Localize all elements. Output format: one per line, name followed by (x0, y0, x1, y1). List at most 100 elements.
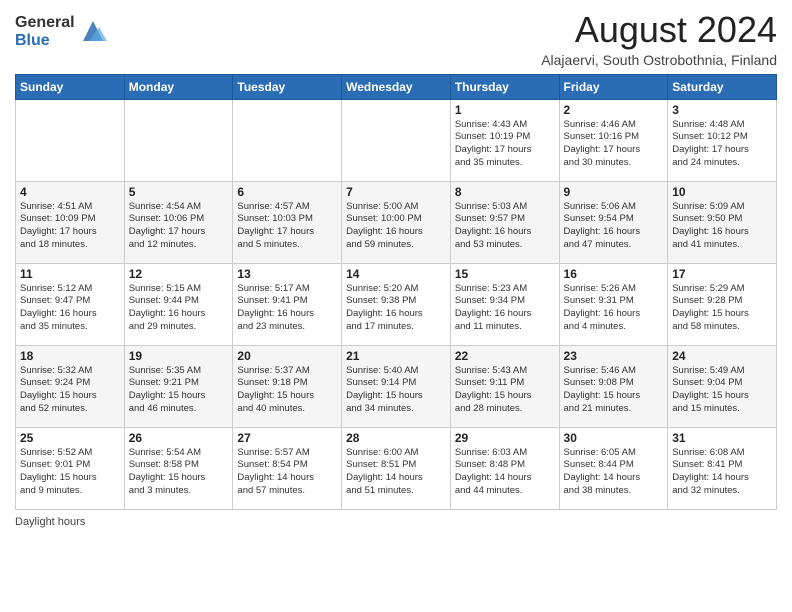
calendar-cell: 26Sunrise: 5:54 AM Sunset: 8:58 PM Dayli… (124, 427, 233, 509)
calendar-cell: 6Sunrise: 4:57 AM Sunset: 10:03 PM Dayli… (233, 181, 342, 263)
calendar-cell: 17 Sunrise: 5:29 AM Sunset: 9:28 PM Dayli… (668, 263, 777, 345)
day-number: 30 (564, 431, 664, 445)
day-info: Sunrise: 5:15 AM Sunset: 9:44 PM Dayligh… (129, 283, 229, 334)
day-number: 21 (346, 349, 446, 363)
day-info: Sunrise: 4:48 AM Sunset: 10:12 PM Daylig… (672, 119, 772, 170)
calendar-cell: 30 Sunrise: 6:05 AM Sunset: 8:44 PM Dayli… (559, 427, 668, 509)
header-area: General Blue August 2024 Alajaervi, Sout… (15, 10, 777, 68)
day-number: 28 (346, 431, 446, 445)
day-number: 1 (455, 103, 555, 117)
calendar-cell: 22 Sunrise: 5:43 AM Sunset: 9:11 PM Dayli… (450, 345, 559, 427)
day-info: Sunrise: 5:17 AM Sunset: 9:41 PM Dayligh… (237, 283, 337, 334)
calendar-cell: 20 Sunrise: 5:37 AM Sunset: 9:18 PM Dayli… (233, 345, 342, 427)
calendar-cell: 25 Sunrise: 5:52 AM Sunset: 9:01 PM Dayli… (16, 427, 125, 509)
day-info: Sunrise: 5:23 AM Sunset: 9:34 PM Dayligh… (455, 283, 555, 334)
day-info: Sunrise: 6:08 AM Sunset: 8:41 PM Dayligh… (672, 447, 772, 498)
week-row-4: 18 Sunrise: 5:32 AM Sunset: 9:24 PM Dayli… (16, 345, 777, 427)
calendar-cell (124, 99, 233, 181)
calendar-cell: 29 Sunrise: 6:03 AM Sunset: 8:48 PM Dayli… (450, 427, 559, 509)
day-number: 8 (455, 185, 555, 199)
calendar-cell: 7Sunrise: 5:00 AM Sunset: 10:00 PM Dayli… (342, 181, 451, 263)
day-number: 20 (237, 349, 337, 363)
day-info: Sunrise: 4:43 AM Sunset: 10:19 PM Daylig… (455, 119, 555, 170)
day-info: Sunrise: 5:29 AM Sunset: 9:28 PM Dayligh… (672, 283, 772, 334)
calendar-cell: 9 Sunrise: 5:06 AM Sunset: 9:54 PM Daylig… (559, 181, 668, 263)
calendar-cell: 4Sunrise: 4:51 AM Sunset: 10:09 PM Dayli… (16, 181, 125, 263)
day-info: Sunrise: 5:52 AM Sunset: 9:01 PM Dayligh… (20, 447, 120, 498)
day-info: Sunrise: 6:05 AM Sunset: 8:44 PM Dayligh… (564, 447, 664, 498)
week-row-2: 4Sunrise: 4:51 AM Sunset: 10:09 PM Dayli… (16, 181, 777, 263)
logo-general: General (15, 14, 75, 32)
day-info: Sunrise: 5:40 AM Sunset: 9:14 PM Dayligh… (346, 365, 446, 416)
day-number: 3 (672, 103, 772, 117)
day-number: 27 (237, 431, 337, 445)
day-number: 25 (20, 431, 120, 445)
day-number: 24 (672, 349, 772, 363)
calendar-cell: 28Sunrise: 6:00 AM Sunset: 8:51 PM Dayli… (342, 427, 451, 509)
day-info: Sunrise: 5:00 AM Sunset: 10:00 PM Daylig… (346, 201, 446, 252)
calendar-cell: 1 Sunrise: 4:43 AM Sunset: 10:19 PM Dayli… (450, 99, 559, 181)
day-number: 31 (672, 431, 772, 445)
week-row-5: 25 Sunrise: 5:52 AM Sunset: 9:01 PM Dayli… (16, 427, 777, 509)
calendar-cell: 12 Sunrise: 5:15 AM Sunset: 9:44 PM Dayli… (124, 263, 233, 345)
calendar-title: August 2024 (541, 10, 777, 50)
page: General Blue August 2024 Alajaervi, Sout… (0, 0, 792, 612)
day-number: 29 (455, 431, 555, 445)
day-number: 9 (564, 185, 664, 199)
calendar-cell: 8 Sunrise: 5:03 AM Sunset: 9:57 PM Daylig… (450, 181, 559, 263)
day-info: Sunrise: 5:12 AM Sunset: 9:47 PM Dayligh… (20, 283, 120, 334)
calendar-cell: 2 Sunrise: 4:46 AM Sunset: 10:16 PM Dayli… (559, 99, 668, 181)
day-number: 22 (455, 349, 555, 363)
day-info: Sunrise: 6:03 AM Sunset: 8:48 PM Dayligh… (455, 447, 555, 498)
day-header-wednesday: Wednesday (342, 74, 451, 99)
calendar-cell: 14Sunrise: 5:20 AM Sunset: 9:38 PM Dayli… (342, 263, 451, 345)
day-number: 6 (237, 185, 337, 199)
day-header-monday: Monday (124, 74, 233, 99)
day-info: Sunrise: 5:35 AM Sunset: 9:21 PM Dayligh… (129, 365, 229, 416)
calendar-cell (342, 99, 451, 181)
calendar-cell: 5Sunrise: 4:54 AM Sunset: 10:06 PM Dayli… (124, 181, 233, 263)
day-info: Sunrise: 5:32 AM Sunset: 9:24 PM Dayligh… (20, 365, 120, 416)
day-info: Sunrise: 5:49 AM Sunset: 9:04 PM Dayligh… (672, 365, 772, 416)
week-row-3: 11Sunrise: 5:12 AM Sunset: 9:47 PM Dayli… (16, 263, 777, 345)
calendar-cell: 18 Sunrise: 5:32 AM Sunset: 9:24 PM Dayli… (16, 345, 125, 427)
day-number: 26 (129, 431, 229, 445)
day-header-friday: Friday (559, 74, 668, 99)
day-info: Sunrise: 5:03 AM Sunset: 9:57 PM Dayligh… (455, 201, 555, 252)
day-number: 12 (129, 267, 229, 281)
day-info: Sunrise: 5:06 AM Sunset: 9:54 PM Dayligh… (564, 201, 664, 252)
calendar-cell: 11Sunrise: 5:12 AM Sunset: 9:47 PM Dayli… (16, 263, 125, 345)
calendar-cell: 31 Sunrise: 6:08 AM Sunset: 8:41 PM Dayli… (668, 427, 777, 509)
logo-text: General Blue (15, 14, 107, 49)
day-info: Sunrise: 5:26 AM Sunset: 9:31 PM Dayligh… (564, 283, 664, 334)
day-number: 14 (346, 267, 446, 281)
day-number: 5 (129, 185, 229, 199)
day-number: 16 (564, 267, 664, 281)
calendar-cell: 19Sunrise: 5:35 AM Sunset: 9:21 PM Dayli… (124, 345, 233, 427)
day-number: 23 (564, 349, 664, 363)
day-info: Sunrise: 5:37 AM Sunset: 9:18 PM Dayligh… (237, 365, 337, 416)
day-number: 13 (237, 267, 337, 281)
calendar-cell: 27 Sunrise: 5:57 AM Sunset: 8:54 PM Dayli… (233, 427, 342, 509)
calendar-cell: 3 Sunrise: 4:48 AM Sunset: 10:12 PM Dayli… (668, 99, 777, 181)
logo: General Blue (15, 14, 107, 49)
day-number: 15 (455, 267, 555, 281)
day-info: Sunrise: 5:09 AM Sunset: 9:50 PM Dayligh… (672, 201, 772, 252)
day-number: 2 (564, 103, 664, 117)
calendar-cell: 24 Sunrise: 5:49 AM Sunset: 9:04 PM Dayli… (668, 345, 777, 427)
day-number: 17 (672, 267, 772, 281)
day-header-tuesday: Tuesday (233, 74, 342, 99)
day-header-saturday: Saturday (668, 74, 777, 99)
day-info: Sunrise: 5:57 AM Sunset: 8:54 PM Dayligh… (237, 447, 337, 498)
calendar-cell: 16 Sunrise: 5:26 AM Sunset: 9:31 PM Dayli… (559, 263, 668, 345)
calendar-cell: 10 Sunrise: 5:09 AM Sunset: 9:50 PM Dayli… (668, 181, 777, 263)
day-number: 18 (20, 349, 120, 363)
calendar-cell: 15 Sunrise: 5:23 AM Sunset: 9:34 PM Dayli… (450, 263, 559, 345)
calendar-table: SundayMondayTuesdayWednesdayThursdayFrid… (15, 74, 777, 510)
day-info: Sunrise: 5:43 AM Sunset: 9:11 PM Dayligh… (455, 365, 555, 416)
calendar-subtitle: Alajaervi, South Ostrobothnia, Finland (541, 52, 777, 68)
day-number: 4 (20, 185, 120, 199)
title-area: August 2024 Alajaervi, South Ostrobothni… (541, 10, 777, 68)
day-info: Sunrise: 4:46 AM Sunset: 10:16 PM Daylig… (564, 119, 664, 170)
day-number: 10 (672, 185, 772, 199)
